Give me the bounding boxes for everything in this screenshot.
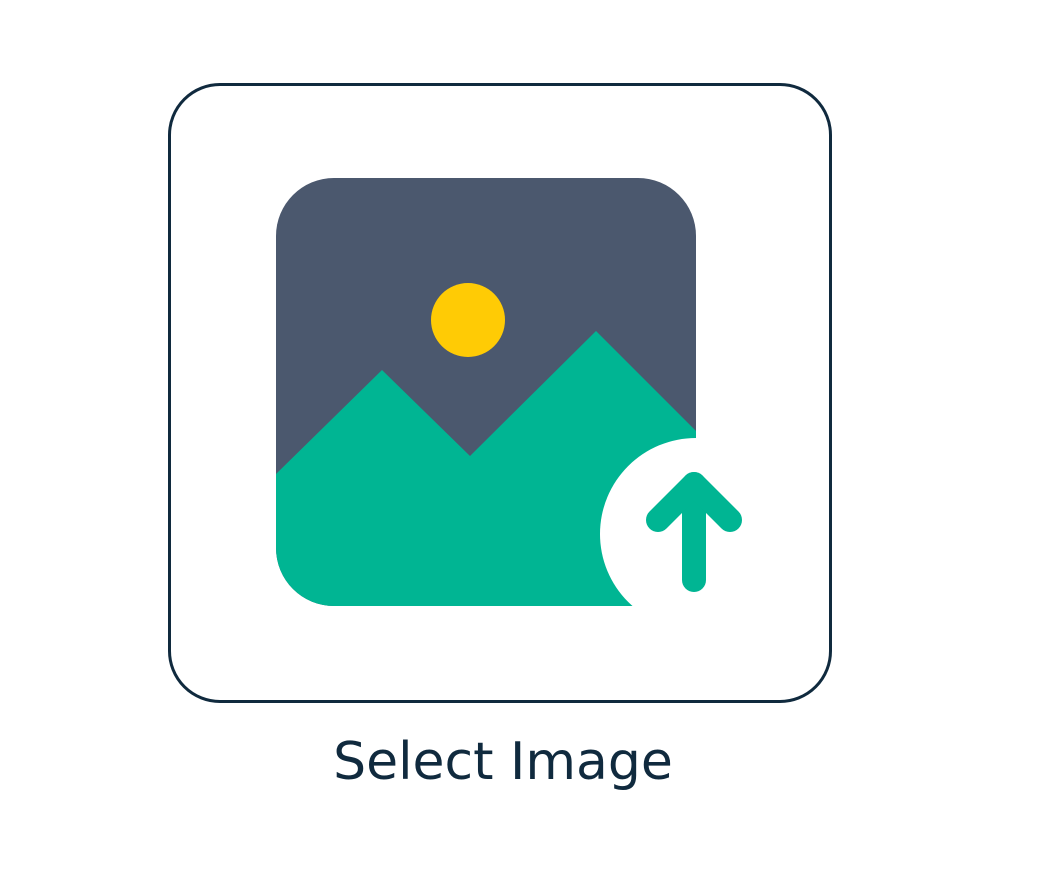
image-upload-icon	[276, 178, 746, 608]
sun-icon	[431, 283, 505, 357]
select-image-label[interactable]: Select Image	[168, 722, 838, 802]
image-picker: Select Image	[0, 0, 1055, 880]
